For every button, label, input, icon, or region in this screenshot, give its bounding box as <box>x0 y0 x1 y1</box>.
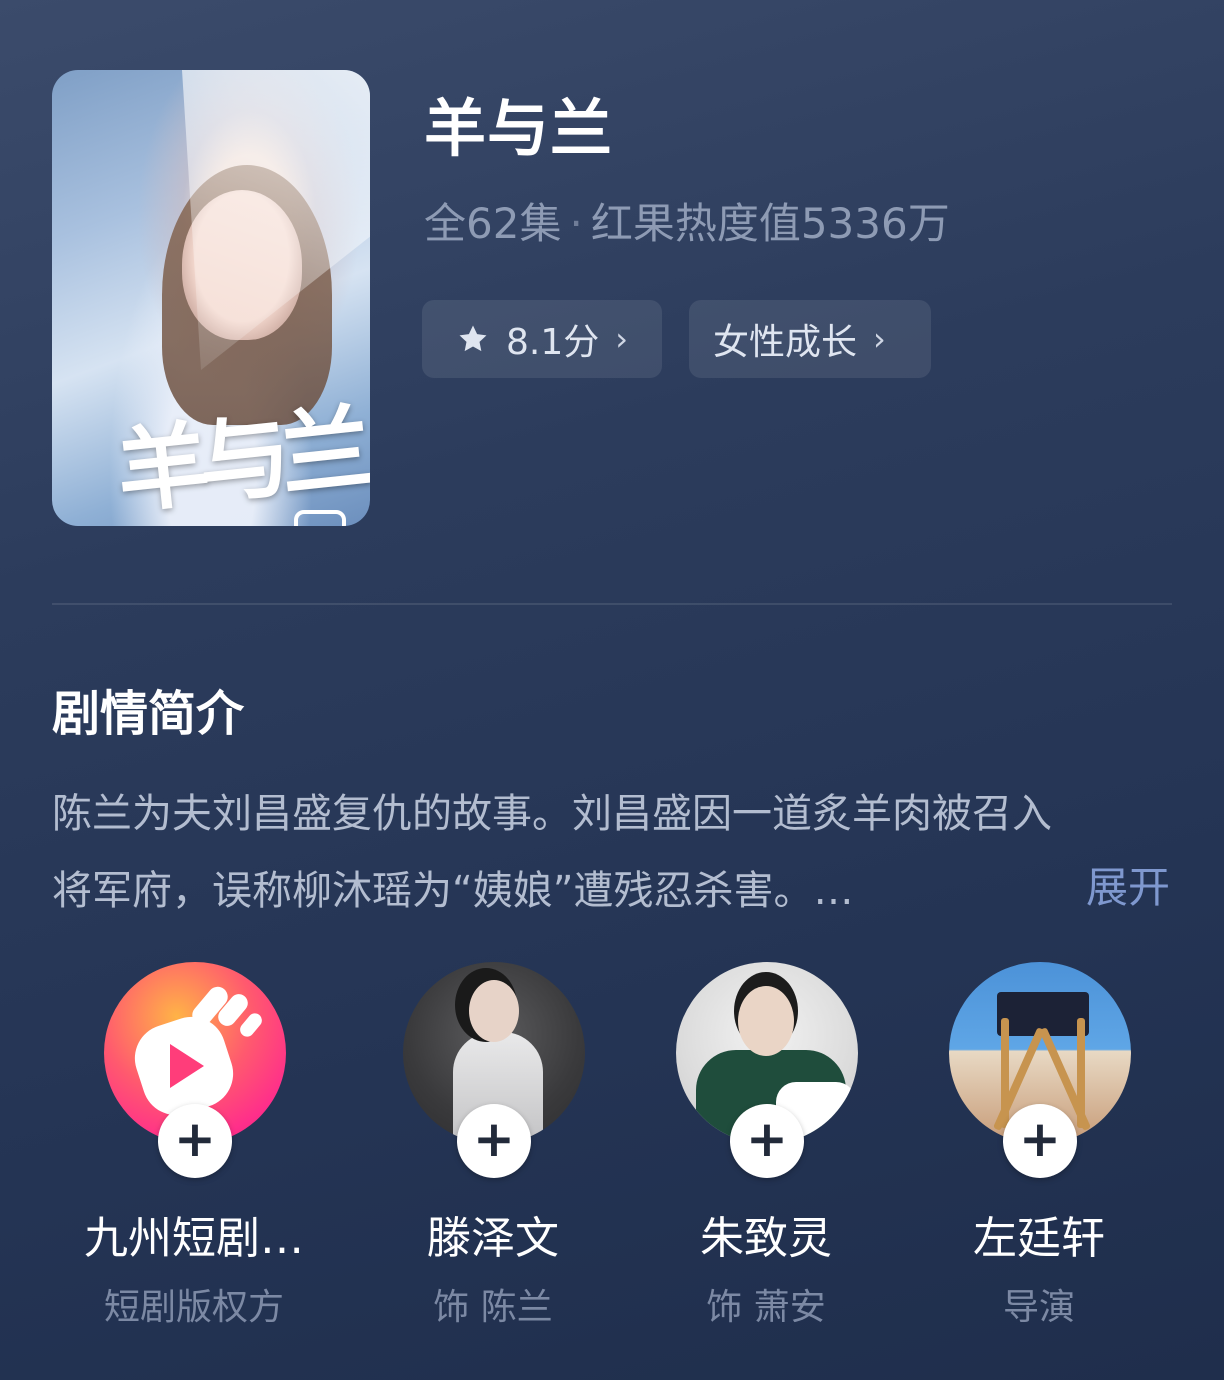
follow-button[interactable]: + <box>1003 1104 1077 1178</box>
drama-title: 羊与兰 <box>424 92 614 165</box>
person-role: 饰 陈兰 <box>433 1287 553 1328</box>
chair-leg <box>1001 1018 1009 1128</box>
follow-button[interactable]: + <box>457 1104 531 1178</box>
tag-chip[interactable]: 女性成长 › <box>689 300 931 378</box>
heat-value: 红果热度值5336万 <box>590 199 950 248</box>
separator-dot: · <box>569 199 583 248</box>
episode-count: 全62集 <box>424 199 562 248</box>
plus-icon: + <box>473 1110 515 1168</box>
poster-title-logo: 羊与兰 <box>111 393 368 526</box>
plus-icon: + <box>174 1110 216 1168</box>
drama-meta: 全62集 · 红果热度值5336万 <box>424 190 950 251</box>
chevron-right-icon: › <box>615 320 629 358</box>
rating-label: 8.1分 <box>506 322 600 363</box>
person-role: 导演 <box>1002 1287 1075 1328</box>
cast-crew-list: + 九州短剧… 短剧版权方 + 滕泽文 饰 陈兰 + 朱致灵 饰 萧安 + 左廷… <box>0 962 1224 1362</box>
avatar-head <box>738 986 794 1056</box>
plus-icon: + <box>746 1110 788 1168</box>
plus-icon: + <box>1019 1110 1061 1168</box>
person-role: 短剧版权方 <box>103 1287 284 1328</box>
chevron-right-icon: › <box>873 320 886 358</box>
person-name: 九州短剧… <box>84 1213 304 1264</box>
synopsis-text: 陈兰为夫刘昌盛复仇的故事。刘昌盛因一道炙羊肉被召入将军府，误称柳沐瑶为“姨娘”遭… <box>52 791 1052 914</box>
person-name: 朱致灵 <box>700 1213 832 1264</box>
follow-button[interactable]: + <box>730 1104 804 1178</box>
rating-chip[interactable]: 8.1分 › <box>422 300 662 378</box>
person-name: 滕泽文 <box>427 1213 559 1264</box>
poster-badge-icon <box>294 510 346 526</box>
follow-button[interactable]: + <box>158 1104 232 1178</box>
section-divider <box>52 603 1172 605</box>
person-name: 左廷轩 <box>973 1213 1105 1264</box>
avatar-head <box>469 980 519 1042</box>
person-role: 饰 萧安 <box>706 1287 826 1328</box>
star-icon <box>459 325 487 352</box>
expand-button[interactable]: 展开 <box>1086 854 1170 915</box>
logo-stroke <box>237 1010 265 1040</box>
drama-poster[interactable]: 羊与兰 <box>52 70 370 526</box>
chair-leg <box>1077 1018 1085 1128</box>
play-icon <box>170 1044 204 1088</box>
tag-label: 女性成长 <box>713 322 858 363</box>
synopsis-heading: 剧情简介 <box>52 686 245 742</box>
